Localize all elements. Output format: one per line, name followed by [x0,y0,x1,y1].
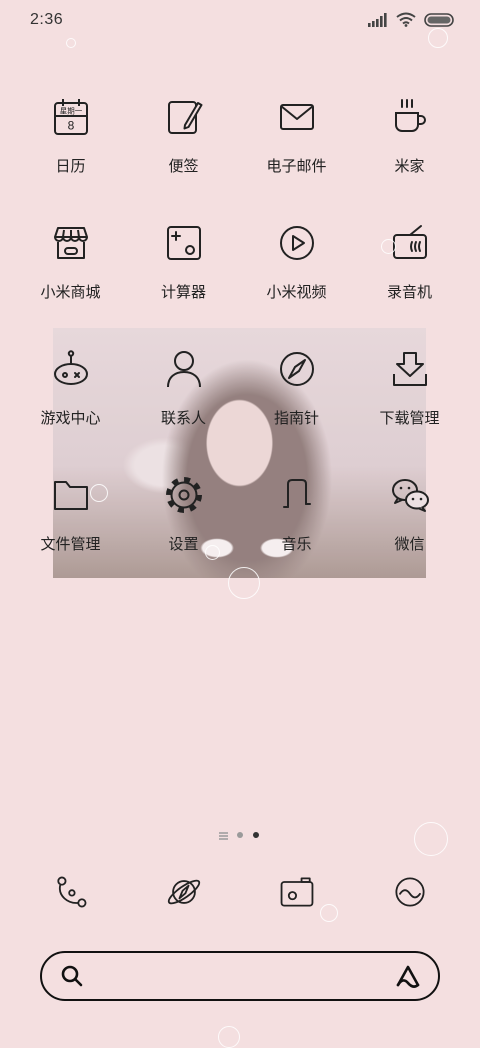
bubble [66,38,76,48]
chat-bubbles-icon [388,473,432,517]
app-mi-video[interactable]: 小米视频 [240,221,353,347]
app-label: 下载管理 [379,410,440,427]
music-icon [275,473,319,517]
compass-icon [275,347,319,391]
app-label: 录音机 [386,284,432,301]
signal-icon [368,12,387,27]
app-game-center[interactable]: 游戏中心 [14,347,127,473]
app-label: 小米商城 [40,284,101,301]
app-label: 小米视频 [266,284,327,301]
app-label: 设置 [168,536,199,553]
app-label: 便签 [168,158,199,175]
app-mi-store[interactable]: 小米商城 [14,221,127,347]
app-label: 微信 [394,536,425,553]
status-time: 2:36 [30,11,64,28]
dock-phone[interactable] [14,872,127,912]
bubble [228,567,260,599]
app-label: 音乐 [281,536,312,553]
calculator-icon [162,221,206,265]
bubble [381,239,396,254]
dock-browser[interactable] [127,872,240,912]
app-settings[interactable]: 设置 [127,473,240,599]
calendar-icon: 星期一 8 [49,95,93,139]
calendar-day: 8 [67,119,74,133]
app-file-manager[interactable]: 文件管理 [14,473,127,599]
camera-icon [280,877,313,907]
bubble [414,822,448,856]
bubble [90,484,108,502]
play-icon [275,221,319,265]
app-label: 米家 [394,158,425,175]
gear-icon [162,473,206,517]
dock [14,872,466,912]
battery-icon [424,12,454,27]
cup-icon [388,95,432,139]
app-wechat[interactable]: 微信 [353,473,466,599]
search-bar[interactable] [40,951,440,1001]
bubble [320,904,338,922]
page-list-icon[interactable] [219,832,228,840]
notes-icon [162,95,206,139]
wifi-icon [396,12,416,27]
page-dot[interactable] [237,832,243,838]
person-icon [162,347,206,391]
app-label: 日历 [55,158,86,175]
app-label: 游戏中心 [40,410,101,427]
browser-icon [167,879,200,905]
app-recorder[interactable]: 录音机 [353,221,466,347]
app-label: 文件管理 [40,536,101,553]
messages-icon [394,877,425,907]
assistant-icon[interactable] [394,963,422,989]
bubble [205,545,220,560]
app-mijia[interactable]: 米家 [353,95,466,221]
status-icons [368,12,454,27]
calendar-weekday: 星期一 [59,107,82,116]
dock-camera[interactable] [240,872,353,912]
app-contacts[interactable]: 联系人 [127,347,240,473]
dock-messages[interactable] [353,872,466,912]
app-grid: 星期一 8 日历 便签 电子邮件 米家 小米商城 计算器 小米视频 录音机 游戏… [14,95,466,599]
app-downloads[interactable]: 下载管理 [353,347,466,473]
robot-icon [49,347,93,391]
app-calendar[interactable]: 星期一 8 日历 [14,95,127,221]
app-calculator[interactable]: 计算器 [127,221,240,347]
app-label: 指南针 [273,410,319,427]
store-icon [49,221,93,265]
app-notes[interactable]: 便签 [127,95,240,221]
search-icon [61,965,83,987]
app-label: 计算器 [160,284,206,301]
page-dot-active[interactable] [253,832,259,838]
status-bar: 2:36 [0,0,480,40]
phone-icon [56,876,86,908]
app-label: 联系人 [160,410,206,427]
app-mail[interactable]: 电子邮件 [240,95,353,221]
mail-icon [275,95,319,139]
folder-icon [49,473,93,517]
bubble [428,28,448,48]
app-label: 电子邮件 [266,158,327,175]
app-compass[interactable]: 指南针 [240,347,353,473]
download-icon [388,347,432,391]
bubble [218,1026,240,1048]
